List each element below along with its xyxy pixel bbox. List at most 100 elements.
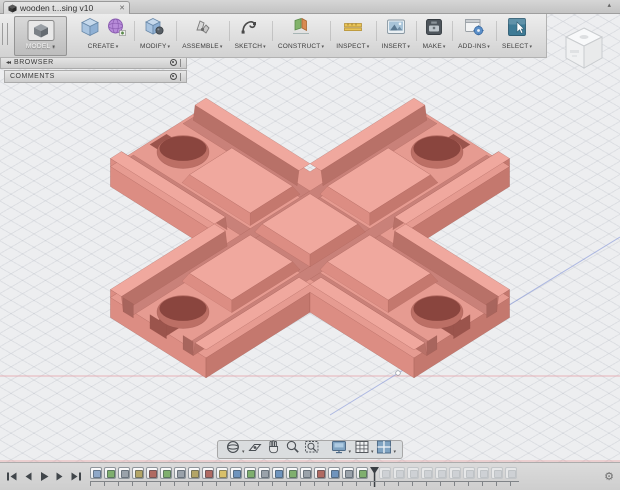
zoom-icon: [285, 439, 301, 460]
dropdown-caret-icon: ▾: [263, 43, 266, 50]
timeline-feature-29[interactable]: [491, 466, 503, 479]
toolbar-item-sketch[interactable]: SKETCH ▾: [228, 14, 272, 50]
workspace-selector-model[interactable]: MODEL ▾: [14, 16, 67, 56]
timeline-feature-15[interactable]: [286, 466, 298, 479]
timeline-feature-26[interactable]: [449, 466, 461, 479]
timeline-go-to-end-button[interactable]: [69, 470, 82, 483]
display-settings-icon: [331, 439, 347, 460]
fusion-document-icon: [8, 3, 17, 13]
timeline-feature-27[interactable]: [463, 466, 475, 479]
timeline-feature-8[interactable]: [188, 466, 200, 479]
timeline-feature-11[interactable]: [230, 466, 242, 479]
timeline-feature-28[interactable]: [477, 466, 489, 479]
model-workspace-icon: [27, 20, 54, 41]
timeline-feature-16[interactable]: [300, 466, 312, 479]
timeline-feature-18[interactable]: [328, 466, 340, 479]
browser-divider: [180, 58, 181, 67]
timeline-feature-20[interactable]: [356, 466, 368, 479]
toolbar: MODEL ▾ CREATE ▾ MODIFY ▾ ASSEMBLE ▾ SKETCH ▾ CO…: [0, 14, 547, 58]
timeline-feature-3[interactable]: [118, 466, 130, 479]
timeline-feature-24[interactable]: [421, 466, 433, 479]
toolbar-item-assemble[interactable]: ASSEMBLE ▾: [176, 14, 228, 50]
timeline-feature-7[interactable]: [174, 466, 186, 479]
feature-glyph: [163, 469, 171, 478]
navbar-viewports-button[interactable]: [375, 439, 394, 460]
timeline-feature-23[interactable]: [407, 466, 419, 479]
timeline-feature-22[interactable]: [393, 466, 405, 479]
toolbar-grip-handle[interactable]: [2, 23, 8, 45]
timeline-feature-19[interactable]: [342, 466, 354, 479]
toolbar-item-label: MAKE: [422, 43, 442, 50]
feature-glyph: [289, 469, 297, 478]
joint-icon: [190, 15, 214, 44]
timeline-feature-14[interactable]: [272, 466, 284, 479]
comments-display-icon[interactable]: [170, 73, 177, 80]
navbar-pan-button[interactable]: [264, 440, 283, 457]
feature-glyph: [261, 469, 269, 478]
timeline-step-back-button[interactable]: [21, 470, 34, 483]
timeline-feature-12[interactable]: [244, 466, 256, 479]
feature-glyph: [177, 469, 185, 478]
navbar-zoom-button[interactable]: [283, 439, 302, 460]
timeline-go-to-start-button[interactable]: [5, 470, 18, 483]
comments-panel-header[interactable]: COMMENTS: [4, 70, 187, 83]
timeline-feature-6[interactable]: [160, 466, 172, 479]
feature-glyph: [205, 469, 213, 478]
feature-glyph: [219, 469, 227, 478]
navbar-grid-layout-button[interactable]: [352, 439, 371, 460]
dropdown-caret-icon[interactable]: ▾: [371, 449, 374, 455]
toolbar-item-modify[interactable]: MODIFY ▾: [134, 14, 176, 50]
navbar-look-at-button[interactable]: [245, 442, 264, 457]
form-sphere-icon: [104, 15, 128, 44]
timeline-feature-30[interactable]: [505, 466, 517, 479]
toolbar-item-label: INSPECT: [336, 43, 366, 50]
timeline-feature-1[interactable]: [90, 466, 102, 479]
timeline-feature-10[interactable]: [216, 466, 228, 479]
timeline-feature-4[interactable]: [132, 466, 144, 479]
timeline-feature-21[interactable]: [379, 466, 391, 479]
timeline-ruler[interactable]: [90, 480, 519, 486]
timeline-feature-9[interactable]: [202, 466, 214, 479]
viewcube-front-mark: [570, 50, 579, 53]
dropdown-caret-icon: ▾: [366, 43, 370, 50]
feature-glyph: [331, 469, 339, 478]
feature-glyph: [438, 469, 446, 478]
fusion360-window: wooden t...sing v10 ✕ ▴ MODEL ▾ CREATE ▾ M…: [0, 0, 620, 490]
fit-zoom-window-icon: [304, 439, 320, 460]
toolbar-item-make[interactable]: MAKE ▾: [416, 14, 452, 50]
timeline-play-button[interactable]: [37, 470, 50, 483]
dropdown-caret-icon[interactable]: ▾: [348, 449, 351, 455]
timeline-feature-17[interactable]: [314, 466, 326, 479]
dropdown-caret-icon[interactable]: ▾: [394, 449, 397, 455]
timeline-feature-13[interactable]: [258, 466, 270, 479]
navbar-display-settings-button[interactable]: [329, 439, 348, 460]
timeline-feature-5[interactable]: [146, 466, 158, 479]
toolbar-item-construct[interactable]: CONSTRUCT ▾: [271, 14, 330, 50]
feature-glyph: [303, 469, 311, 478]
view-cube[interactable]: [558, 24, 610, 74]
timeline-feature-25[interactable]: [435, 466, 447, 479]
navbar-orbit-button[interactable]: [223, 441, 242, 457]
toolbar-item-label: SKETCH: [234, 43, 263, 50]
feature-glyph: [317, 469, 325, 478]
toolbar-item-select[interactable]: SELECT ▾: [495, 14, 538, 50]
browser-display-icon[interactable]: [170, 59, 177, 66]
tab-close-icon[interactable]: ✕: [119, 4, 125, 12]
timeline-settings-gear-icon[interactable]: ⚙: [604, 472, 614, 483]
toolbar-collapse-icon[interactable]: ▴: [607, 1, 611, 9]
dropdown-caret-icon[interactable]: ▾: [242, 449, 245, 455]
timeline-step-forward-button[interactable]: [53, 470, 66, 483]
viewports-icon: [376, 439, 392, 460]
timeline-feature-2[interactable]: [104, 466, 116, 479]
grid-layout-icon: [354, 439, 370, 460]
dropdown-caret-icon: ▾: [407, 43, 411, 50]
document-tab[interactable]: wooden t...sing v10 ✕: [3, 1, 130, 14]
navbar-fit-zoom-window-button[interactable]: [302, 439, 321, 460]
toolbar-item-inspect[interactable]: INSPECT ▾: [330, 14, 375, 50]
toolbar-item-create[interactable]: CREATE ▾: [72, 14, 134, 50]
dropdown-caret-icon: ▾: [487, 43, 490, 50]
comments-panel-label: COMMENTS: [10, 73, 55, 80]
toolbar-item-addins[interactable]: ADD-INS ▾: [452, 14, 496, 50]
browser-collapse-icon[interactable]: ◂◂: [6, 59, 11, 66]
toolbar-item-insert[interactable]: INSERT ▾: [375, 14, 417, 50]
